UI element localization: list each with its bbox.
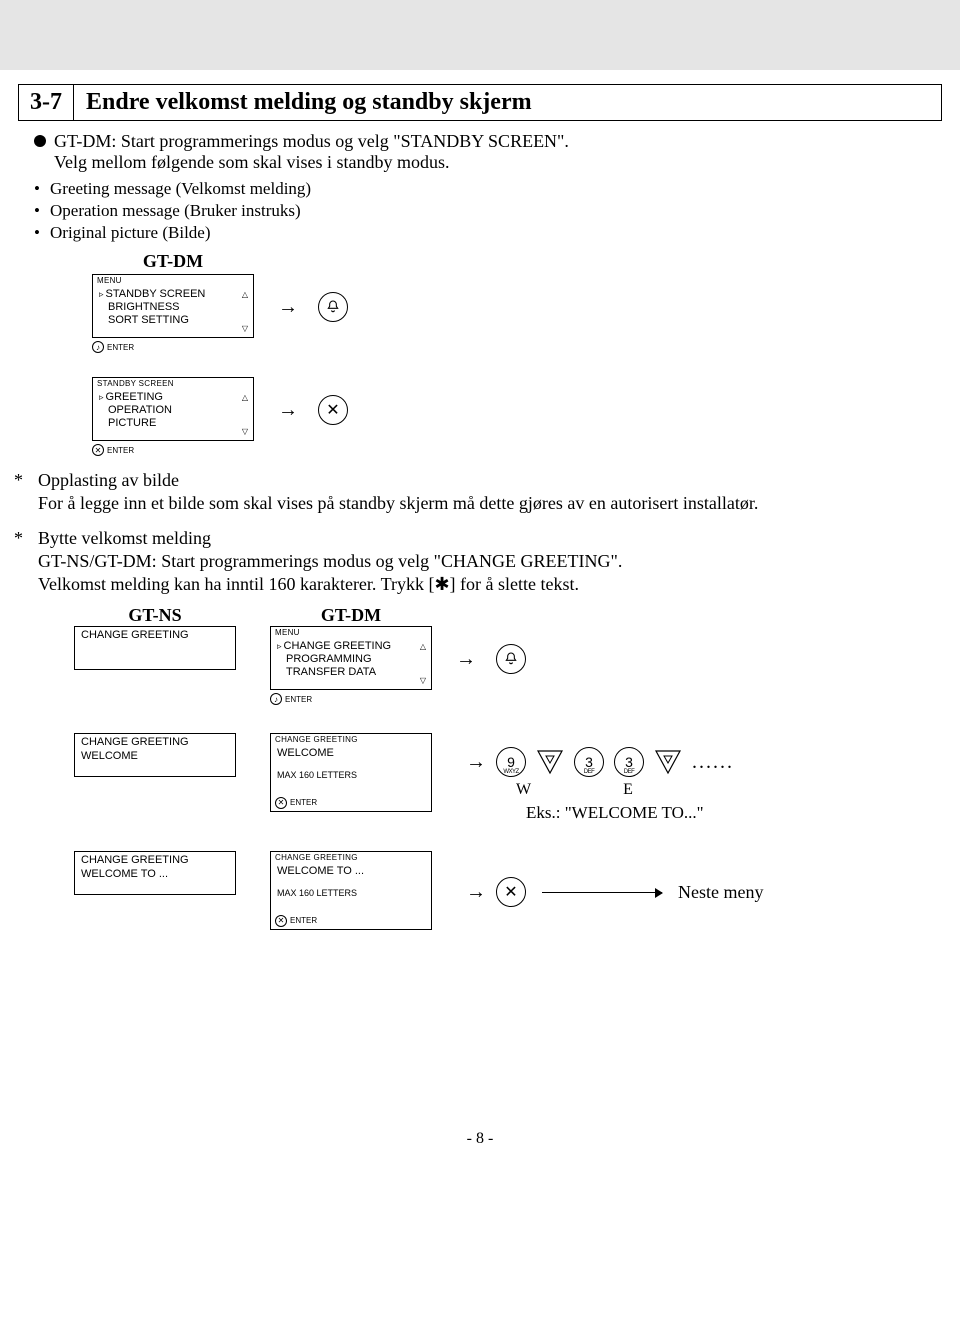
down-triangle-icon: ▽ [420,676,426,686]
arrow-right-icon: → [466,751,486,774]
arrow-right-icon: → [466,881,486,904]
lcd-menu-standby: MENU STANDBY SCREEN BRIGHTNESS SORT SETT… [92,274,254,338]
lcd-dm-menu: MENU CHANGE GREETING PROGRAMMING TRANSFE… [270,626,432,690]
lcd-maxline: MAX 160 LETTERS [277,888,425,899]
next-menu-label: Neste meny [678,882,763,903]
lead-subtext: Velg mellom følgende som skal vises i st… [54,152,942,173]
section-number: 3-7 [18,84,74,121]
list-item: Operation message (Bruker instruks) [50,201,301,221]
section-header: 3-7 Endre velkomst melding og standby sk… [18,84,942,121]
example-text: Eks.: "WELCOME TO..." [526,803,734,823]
down-key-icon [536,749,564,775]
key-letter-e: E [623,781,633,799]
x-button-icon: ✕ [496,877,526,907]
lcd-item: PICTURE [99,417,247,430]
note-line: Velkomst melding kan ha inntil 160 karak… [38,574,942,595]
section-title: Endre velkomst melding og standby skjerm [74,84,942,121]
lcd-item: CHANGE GREETING [277,640,425,653]
lcd-header: MENU [271,627,431,638]
lcd-item: WELCOME TO ... [81,868,229,881]
note-line: GT-NS/GT-DM: Start programmerings modus … [38,551,942,572]
lcd-item: WELCOME [81,750,229,763]
lcd-item: GREETING [99,391,247,404]
lcd-item: PROGRAMMING [277,653,425,666]
bell-small-icon: ♪ [270,693,282,705]
lcd-header: CHANGE GREETING [271,734,431,745]
lcd-item: WELCOME TO ... [277,865,425,878]
lead-text: GT-DM: Start programmerings modus og vel… [54,131,569,152]
ellipsis: ...... [692,751,734,774]
lcd-item: CHANGE GREETING [81,736,229,749]
arrow-right-icon: → [456,648,476,671]
lcd-item: CHANGE GREETING [81,854,229,867]
up-triangle-icon: △ [242,290,248,300]
lcd-footer: ✕ ENTER [92,444,254,456]
feature-list: •Greeting message (Velkomst melding) •Op… [34,179,942,243]
lcd-item: TRANSFER DATA [277,666,425,679]
arrow-right-icon: → [278,296,298,319]
long-arrow-icon [542,892,662,893]
x-button-icon: ✕ [318,395,348,425]
lcd-footer: ♪ ENTER [92,341,254,353]
note-title: Bytte velkomst melding [38,528,942,549]
lcd-item: BRIGHTNESS [99,301,247,314]
lcd-item: CHANGE GREETING [81,629,229,642]
up-triangle-icon: △ [420,642,426,652]
lcd-dm-welcome-to: CHANGE GREETING WELCOME TO ... MAX 160 L… [270,851,432,930]
lead-bullet: GT-DM: Start programmerings modus og vel… [34,131,942,152]
note-body: For å legge inn et bilde som skal vises … [38,493,942,514]
lcd-item: SORT SETTING [99,314,247,327]
lcd-item: STANDBY SCREEN [99,288,247,301]
down-triangle-icon: ▽ [242,324,248,334]
gtdm-label: GT-DM [92,251,254,272]
down-key-icon [654,749,682,775]
arrow-right-icon: → [278,399,298,422]
list-item: Greeting message (Velkomst melding) [50,179,311,199]
keypad-3-icon: 3DEF [574,747,604,777]
x-small-icon: ✕ [92,444,104,456]
x-small-icon: ✕ [275,797,287,809]
note-bytte: * Bytte velkomst melding GT-NS/GT-DM: St… [14,528,942,595]
next-menu-row: → ✕ Neste meny [466,877,763,907]
bell-button-icon [318,292,348,322]
keypad-3-icon: 3DEF [614,747,644,777]
page-number: - 8 - [0,1130,960,1168]
bullet-dot-icon [34,135,46,147]
lcd-maxline: MAX 160 LETTERS [277,770,425,781]
gtns-label: GT-NS [74,605,236,626]
lcd-item: OPERATION [99,404,247,417]
note-title: Opplasting av bilde [38,470,942,491]
lcd-footer: ♪ ENTER [270,693,432,705]
bell-small-icon: ♪ [92,341,104,353]
lcd-item: WELCOME [277,747,425,760]
lcd-ns-welcome: CHANGE GREETING WELCOME [74,733,236,777]
lcd-ns-welcome-to: CHANGE GREETING WELCOME TO ... [74,851,236,895]
lcd-standby-options: STANDBY SCREEN GREETING OPERATION PICTUR… [92,377,254,441]
up-triangle-icon: △ [242,393,248,403]
note-opplasting: * Opplasting av bilde For å legge inn et… [14,470,942,514]
lcd-header: CHANGE GREETING [271,852,431,863]
lcd-header: STANDBY SCREEN [93,378,253,389]
lcd-header: MENU [93,275,253,286]
lcd-footer: ✕ ENTER [271,915,431,929]
keypad-9-icon: 9WXYZ [496,747,526,777]
x-small-icon: ✕ [275,915,287,927]
lcd-footer: ✕ ENTER [271,797,431,811]
gtdm-label: GT-DM [270,605,432,626]
key-letter-w: W [516,781,531,799]
lcd-ns-change-greeting: CHANGE GREETING [74,626,236,670]
key-sequence: → 9WXYZ 3DEF 3DEF ...... [466,747,734,777]
bell-button-icon [496,644,526,674]
down-triangle-icon: ▽ [242,427,248,437]
top-banner [0,0,960,70]
list-item: Original picture (Bilde) [50,223,211,243]
lcd-dm-welcome: CHANGE GREETING WELCOME MAX 160 LETTERS … [270,733,432,812]
